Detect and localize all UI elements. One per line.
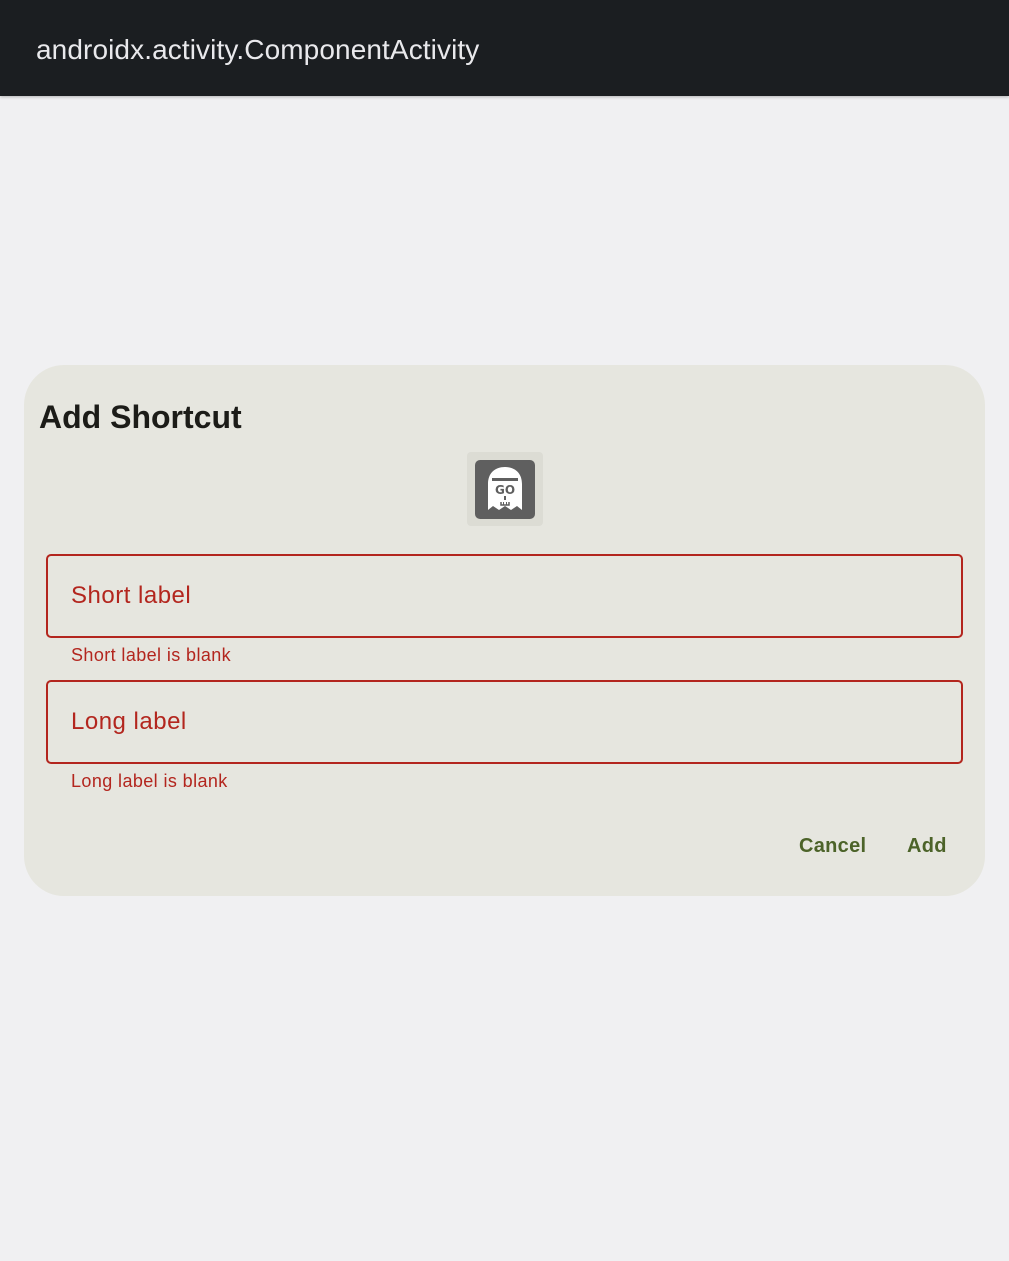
app-title: androidx.activity.ComponentActivity [36, 34, 480, 65]
dialog-title: Add Shortcut [39, 399, 242, 435]
svg-text:GO: GO [495, 483, 515, 497]
short-label-placeholder: Short label [71, 582, 192, 609]
cancel-button[interactable]: Cancel [799, 829, 866, 863]
long-label-placeholder: Long label [71, 708, 187, 735]
shortcut-icon-button[interactable]: GO [467, 452, 543, 526]
long-label-field[interactable]: Long label [46, 680, 963, 764]
app-bar: androidx.activity.ComponentActivity [0, 0, 1009, 96]
ghost-go-app-icon: GO [475, 460, 535, 519]
long-label-error: Long label is blank [71, 771, 228, 791]
add-shortcut-dialog: Add Shortcut GO Short label Short label … [24, 365, 985, 896]
short-label-error: Short label is blank [71, 645, 232, 665]
short-label-field[interactable]: Short label [46, 554, 963, 638]
add-button[interactable]: Add [907, 829, 947, 863]
